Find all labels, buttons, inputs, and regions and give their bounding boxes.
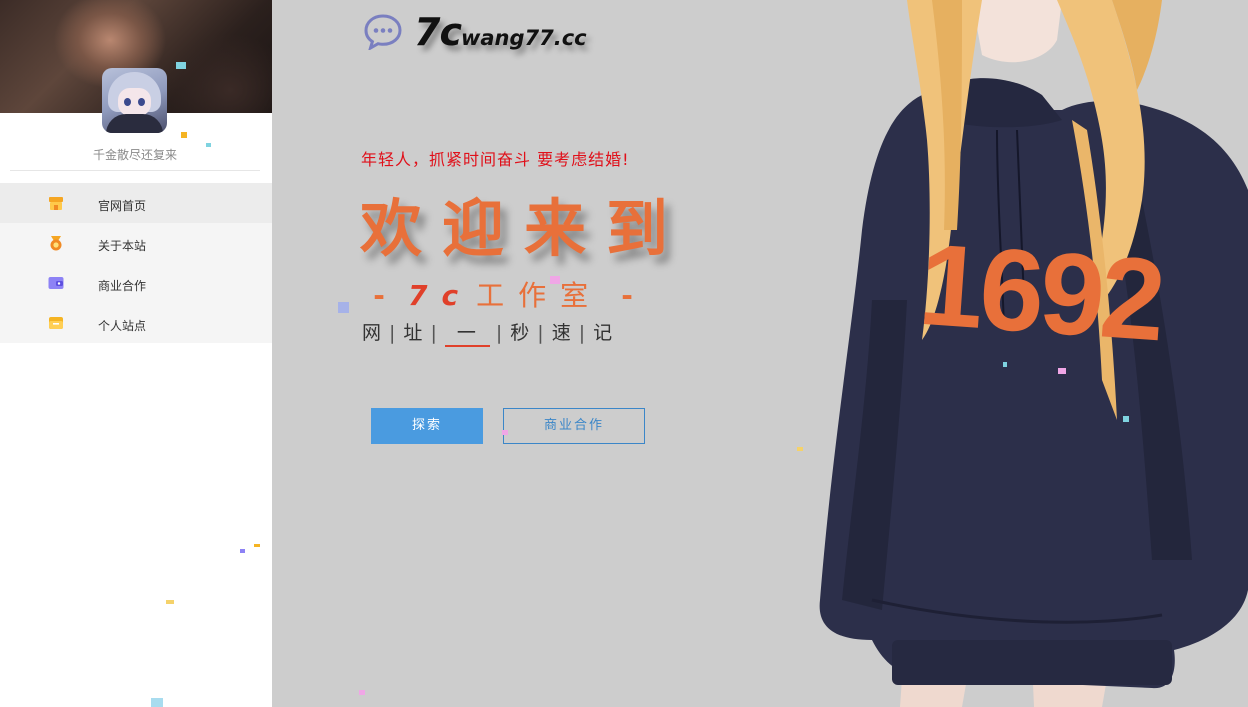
confetti [181,132,187,138]
tagline-separator: | [537,322,546,344]
studio-dash-right: - [621,279,633,312]
sidebar-item-label: 关于本站 [98,239,147,253]
studio-logo: 7c [408,279,473,312]
tagline-char: 址 [403,322,425,344]
sidebar: 千金散尽还复来 官网首页 关于本站 商业合作 个人站点 [0,0,272,707]
tagline-char: 一 [444,318,490,347]
site-logo[interactable]: 7cwang77.cc [414,10,587,54]
confetti [797,447,803,451]
hero-tagline: 网 | 址 | 一 | 秒 | 速 | 记 [362,318,614,347]
sidebar-item-label: 商业合作 [98,279,147,293]
confetti [1003,362,1007,367]
confetti [502,430,508,435]
business-cooperation-button[interactable]: 商业合作 [503,408,645,444]
sidebar-menu: 官网首页 关于本站 商业合作 个人站点 [0,183,272,343]
sidebar-item-personal[interactable]: 个人站点 [0,303,272,343]
logo-mark: 7c [414,10,462,54]
sidebar-item-label: 官网首页 [98,199,147,213]
logo-domain: wang77.cc [460,26,587,50]
folder-icon [49,317,63,329]
tagline-separator: | [578,322,588,344]
tagline-char: 速 [551,322,573,344]
confetti [151,698,163,707]
hero-welcome-title: 欢迎来到 [360,192,689,265]
studio-title: -7c 工作室 - [362,274,644,314]
sidebar-item-business[interactable]: 商业合作 [0,263,272,303]
sidebar-item-about[interactable]: 关于本站 [0,223,272,263]
sidebar-item-label: 个人站点 [98,319,147,333]
tagline-separator: | [495,322,505,344]
hero-slogan: 年轻人，抓紧时间奋斗 要考虑结婚! [361,150,630,169]
tagline-separator: | [430,322,439,344]
confetti [176,62,186,69]
chat-bubble-icon [364,14,402,50]
explore-button[interactable]: 探索 [371,408,483,444]
confetti [254,544,260,547]
wallet-icon [48,277,64,289]
confetti [1058,368,1066,374]
tagline-char: 记 [593,322,615,344]
tagline-separator: | [389,322,398,344]
studio-dash-left: - [373,279,385,312]
studio-name: 工作室 [476,279,603,312]
tagline-char: 秒 [510,322,532,344]
confetti [338,302,349,313]
confetti [206,143,211,147]
sidebar-item-home[interactable]: 官网首页 [0,183,272,223]
shirt-number: 1692 [915,219,1166,366]
avatar[interactable] [102,68,167,133]
confetti [550,276,560,284]
medal-icon [50,236,62,251]
confetti [359,690,365,695]
confetti [240,549,245,553]
tagline-char: 网 [362,322,384,344]
confetti [166,600,174,604]
confetti [1123,416,1129,422]
hoodie-girl-illustration: 1692 [819,0,1248,707]
profile-motto: 千金散尽还复来 [10,146,260,171]
home-store-icon [49,197,63,210]
